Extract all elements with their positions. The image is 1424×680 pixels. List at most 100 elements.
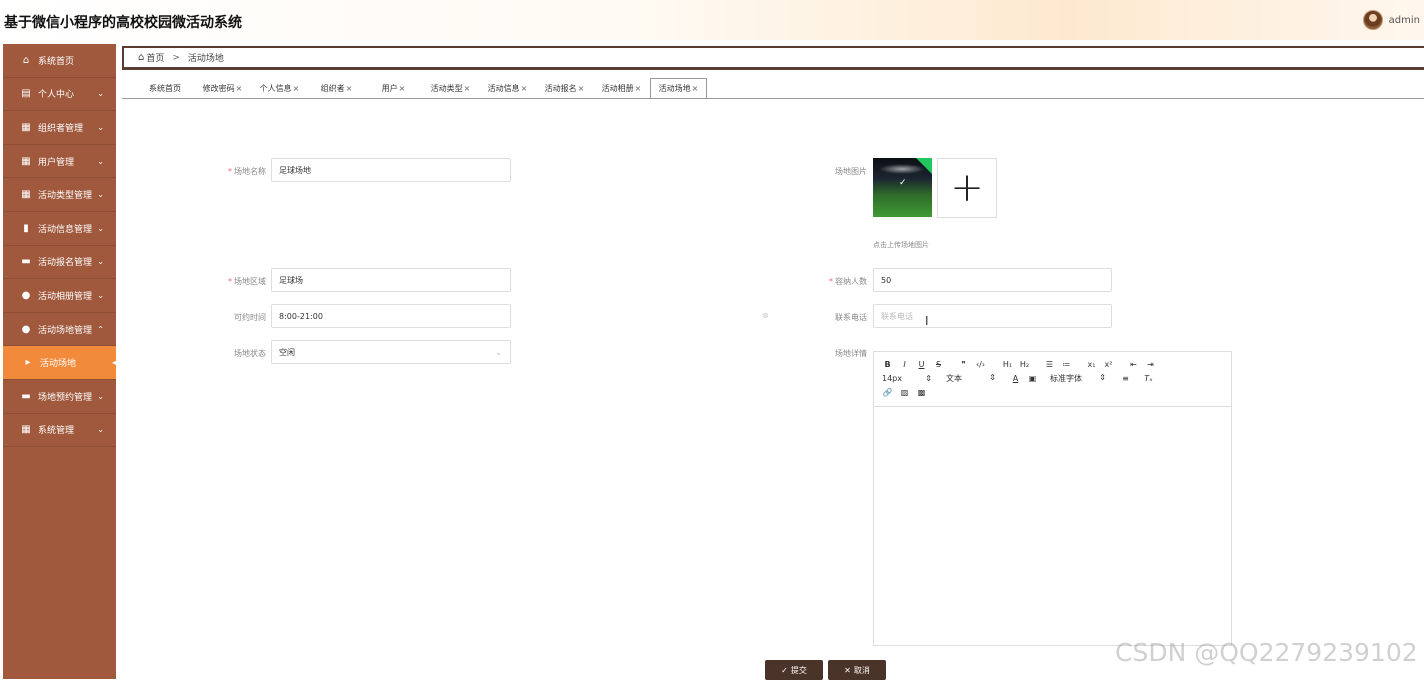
superscript-icon[interactable]: x² <box>1103 360 1114 369</box>
tab-albums[interactable]: 活动相册 × <box>593 78 650 98</box>
link-icon[interactable]: 🔗 <box>882 388 893 397</box>
sidebar-item-system[interactable]: ▦ 系统管理 ⌄ <box>3 414 116 448</box>
clear-icon[interactable]: ⊗ <box>762 311 769 320</box>
user-menu[interactable]: admin <box>1362 10 1420 30</box>
sidebar-item-registrations[interactable]: ▬ 活动报名管理 ⌄ <box>3 246 116 280</box>
home-icon[interactable]: ⌂ <box>138 52 144 63</box>
font-family-select[interactable]: 标准字体 ⇕ <box>1050 373 1106 384</box>
upload-image-button[interactable]: + <box>937 158 997 218</box>
tab-home[interactable]: 系统首页 <box>137 78 194 98</box>
bullet-list-icon[interactable]: ≔ <box>1061 360 1072 369</box>
close-icon: ✕ <box>844 665 851 675</box>
sidebar-item-venues[interactable]: ▸ 活动场地 ◂ <box>3 346 116 380</box>
clear-format-icon[interactable]: Tₓ <box>1143 374 1154 383</box>
person-icon: ● <box>21 289 31 301</box>
chevron-up-icon: ⌃ <box>97 324 104 334</box>
phone-label: 联系电话 <box>835 313 867 322</box>
tab-registrations[interactable]: 活动报名 × <box>536 78 593 98</box>
status-label: 场地状态 <box>234 349 266 358</box>
image-icon[interactable]: ▨ <box>899 388 910 397</box>
capacity-input[interactable]: 50 <box>873 268 1112 292</box>
avatar[interactable] <box>1362 10 1383 30</box>
close-icon[interactable]: × <box>293 84 300 93</box>
sidebar-item-albums[interactable]: ● 活动相册管理 ⌄ <box>3 279 116 313</box>
sidebar-item-personal[interactable]: ▤ 个人中心 ⌄ <box>3 78 116 112</box>
sidebar-item-activity-types[interactable]: ▦ 活动类型管理 ⌄ <box>3 178 116 212</box>
briefcase-icon: ▬ <box>21 256 31 268</box>
select-arrows-icon: ⇕ <box>925 373 932 383</box>
chevron-down-icon: ⌄ <box>97 89 104 99</box>
heading-1-icon[interactable]: H₁ <box>1002 360 1013 369</box>
submit-button[interactable]: ✓ 提交 <box>765 660 823 680</box>
tab-personal-info[interactable]: 个人信息 × <box>251 78 308 98</box>
strikethrough-icon[interactable]: S <box>933 360 944 369</box>
tab-activity-types[interactable]: 活动类型 × <box>422 78 479 98</box>
align-icon[interactable]: ≡ <box>1120 374 1131 383</box>
sidebar-item-activity-info[interactable]: ▮ 活动信息管理 ⌄ <box>3 212 116 246</box>
sidebar-item-reservations[interactable]: ▬ 场地预约管理 ⌄ <box>3 380 116 414</box>
chevron-down-icon: ⌄ <box>97 156 104 166</box>
close-icon[interactable]: × <box>346 84 353 93</box>
paragraph-select[interactable]: 文本 ⇕ <box>946 373 996 384</box>
close-icon[interactable]: × <box>692 84 699 93</box>
italic-icon[interactable]: I <box>899 360 910 369</box>
available-time-label: 可约时间 <box>234 313 266 322</box>
chevron-down-icon: ⌄ <box>97 391 104 401</box>
close-icon[interactable]: × <box>464 84 471 93</box>
close-icon[interactable]: × <box>236 84 243 93</box>
close-icon[interactable]: × <box>635 84 642 93</box>
chevron-down-icon: ⌄ <box>97 190 104 200</box>
outdent-icon[interactable]: ⇤ <box>1128 360 1139 369</box>
venue-name-input[interactable]: 足球场地 <box>271 158 511 182</box>
ticket-icon: ▬ <box>21 390 31 402</box>
breadcrumb: ⌂ 首页 > 活动场地 <box>122 46 1424 70</box>
rich-text-editor[interactable]: B I U S ❞ ‹/› H₁ H₂ ☰ ≔ x₁ x² ⇤ ⇥ 14px ⇕ … <box>873 351 1232 646</box>
tab-change-password[interactable]: 修改密码 × <box>194 78 251 98</box>
close-icon[interactable]: × <box>521 84 528 93</box>
ordered-list-icon[interactable]: ☰ <box>1044 360 1055 369</box>
app-title: 基于微信小程序的高校校园微活动系统 <box>4 15 242 31</box>
venue-image-thumbnail[interactable]: ✓ <box>873 158 932 217</box>
home-icon: ⌂ <box>22 54 30 66</box>
venue-area-input[interactable]: 足球场 <box>271 268 511 292</box>
active-caret-icon: ◂ <box>111 358 116 368</box>
chevron-down-icon: ⌄ <box>97 425 104 435</box>
code-icon[interactable]: ‹/› <box>975 360 986 369</box>
location-icon: ● <box>21 323 31 335</box>
underline-icon[interactable]: U <box>916 360 927 369</box>
sidebar-item-users[interactable]: ▦ 用户管理 ⌄ <box>3 145 116 179</box>
editor-toolbar: B I U S ❞ ‹/› H₁ H₂ ☰ ≔ x₁ x² ⇤ ⇥ 14px ⇕ … <box>874 352 1231 407</box>
background-color-icon[interactable]: ▣ <box>1027 374 1038 383</box>
status-select[interactable]: 空闲 ⌄ <box>271 340 511 364</box>
font-size-select[interactable]: 14px ⇕ <box>882 374 932 383</box>
check-icon: ✓ <box>899 178 907 188</box>
tab-organizers[interactable]: 组织者 × <box>308 78 365 98</box>
sidebar-item-home[interactable]: ⌂ 系统首页 <box>3 44 116 78</box>
grid-icon: ▦ <box>21 121 31 133</box>
close-icon[interactable]: × <box>399 84 406 93</box>
chevron-down-icon: ⌄ <box>495 347 502 357</box>
tab-users[interactable]: 用户 × <box>365 78 422 98</box>
font-color-icon[interactable]: A <box>1010 374 1021 383</box>
subscript-icon[interactable]: x₁ <box>1086 360 1097 369</box>
available-time-input[interactable]: 8:00-21:00 <box>271 304 511 328</box>
blockquote-icon[interactable]: ❞ <box>958 360 969 369</box>
venue-area-label: * 场地区域 <box>228 277 266 286</box>
heading-2-icon[interactable]: H₂ <box>1019 360 1030 369</box>
check-icon: ✓ <box>781 665 788 675</box>
sidebar-item-organizers[interactable]: ▦ 组织者管理 ⌄ <box>3 111 116 145</box>
indent-icon[interactable]: ⇥ <box>1145 360 1156 369</box>
bold-icon[interactable]: B <box>882 360 893 369</box>
tab-activity-info[interactable]: 活动信息 × <box>479 78 536 98</box>
text-cursor-icon: I <box>925 314 929 328</box>
tab-venues[interactable]: 活动场地 × <box>650 78 707 98</box>
chevron-down-icon: ⌄ <box>97 223 104 233</box>
grid-icon: ▦ <box>21 424 31 436</box>
chevron-down-icon: ⌄ <box>97 122 104 132</box>
phone-input[interactable]: 联系电话 <box>873 304 1112 328</box>
cancel-button[interactable]: ✕ 取消 <box>828 660 886 680</box>
video-icon[interactable]: ▩ <box>916 388 927 397</box>
breadcrumb-home[interactable]: 首页 <box>146 51 164 64</box>
sidebar-item-venue-management[interactable]: ● 活动场地管理 ⌃ <box>3 313 116 347</box>
close-icon[interactable]: × <box>578 84 585 93</box>
